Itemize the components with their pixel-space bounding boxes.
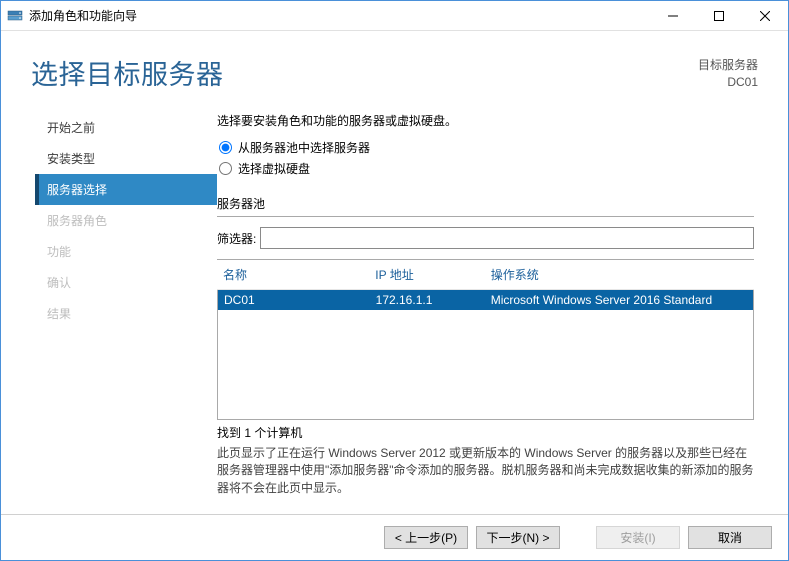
previous-button[interactable]: < 上一步(P)	[384, 526, 468, 549]
wizard-footer: < 上一步(P) 下一步(N) > 安装(I) 取消	[1, 514, 788, 560]
filter-label: 筛选器:	[217, 230, 256, 247]
table-row[interactable]: DC01 172.16.1.1 Microsoft Windows Server…	[218, 290, 753, 310]
wizard-window: 添加角色和功能向导 选择目标服务器 目标服务器 DC01 开始之前 安装类型 服…	[0, 0, 789, 561]
target-server-value: DC01	[698, 74, 758, 91]
page-header: 选择目标服务器 目标服务器 DC01	[31, 53, 758, 92]
install-button: 安装(I)	[596, 526, 680, 549]
radio-select-from-pool-input[interactable]	[219, 141, 232, 154]
cell-ip: 172.16.1.1	[376, 293, 491, 307]
sidebar-item-install-type[interactable]: 安装类型	[35, 143, 217, 174]
content-area: 选择目标服务器 目标服务器 DC01 开始之前 安装类型 服务器选择 服务器角色…	[1, 31, 788, 514]
title-bar: 添加角色和功能向导	[1, 1, 788, 31]
server-table: 名称 IP 地址 操作系统 DC01 172.16.1.1 Microsoft …	[217, 259, 754, 420]
help-text: 此页显示了正在运行 Windows Server 2012 或更新版本的 Win…	[217, 445, 754, 497]
sidebar-item-before-you-begin[interactable]: 开始之前	[35, 112, 217, 143]
found-count-text: 找到 1 个计算机	[217, 424, 754, 441]
page-title: 选择目标服务器	[31, 53, 224, 92]
cell-name: DC01	[224, 293, 376, 307]
filter-row: 筛选器:	[217, 227, 754, 249]
radio-select-from-pool-label: 从服务器池中选择服务器	[238, 139, 370, 156]
wizard-steps-sidebar: 开始之前 安装类型 服务器选择 服务器角色 功能 确认 结果	[35, 112, 217, 514]
cancel-button[interactable]: 取消	[688, 526, 772, 549]
target-server-label: 目标服务器	[698, 57, 758, 74]
radio-select-vhd-input[interactable]	[219, 162, 232, 175]
sidebar-item-features: 功能	[35, 236, 217, 267]
close-button[interactable]	[742, 1, 788, 31]
next-button[interactable]: 下一步(N) >	[476, 526, 560, 549]
window-title: 添加角色和功能向导	[29, 7, 137, 24]
maximize-button[interactable]	[696, 1, 742, 31]
column-header-name[interactable]: 名称	[223, 266, 375, 283]
radio-select-from-pool[interactable]: 从服务器池中选择服务器	[217, 139, 754, 156]
filter-input[interactable]	[260, 227, 754, 249]
radio-select-vhd-label: 选择虚拟硬盘	[238, 160, 310, 177]
column-header-os[interactable]: 操作系统	[491, 266, 748, 283]
minimize-button[interactable]	[650, 1, 696, 31]
server-manager-icon	[7, 8, 23, 24]
server-pool-label: 服务器池	[217, 195, 754, 212]
main-panel: 选择要安装角色和功能的服务器或虚拟硬盘。 从服务器池中选择服务器 选择虚拟硬盘 …	[217, 112, 758, 514]
sidebar-item-server-selection[interactable]: 服务器选择	[35, 174, 217, 205]
column-header-ip[interactable]: IP 地址	[375, 266, 491, 283]
sidebar-item-confirm: 确认	[35, 267, 217, 298]
radio-select-vhd[interactable]: 选择虚拟硬盘	[217, 160, 754, 177]
table-header: 名称 IP 地址 操作系统	[217, 259, 754, 290]
sidebar-item-server-roles: 服务器角色	[35, 205, 217, 236]
table-body[interactable]: DC01 172.16.1.1 Microsoft Windows Server…	[217, 290, 754, 420]
target-server-info: 目标服务器 DC01	[698, 53, 758, 91]
instruction-text: 选择要安装角色和功能的服务器或虚拟硬盘。	[217, 112, 754, 129]
sidebar-item-results: 结果	[35, 298, 217, 329]
cell-os: Microsoft Windows Server 2016 Standard	[491, 293, 747, 307]
server-pool-area: 筛选器: 名称 IP 地址 操作系统 DC01 172.16.1.1	[217, 216, 754, 497]
